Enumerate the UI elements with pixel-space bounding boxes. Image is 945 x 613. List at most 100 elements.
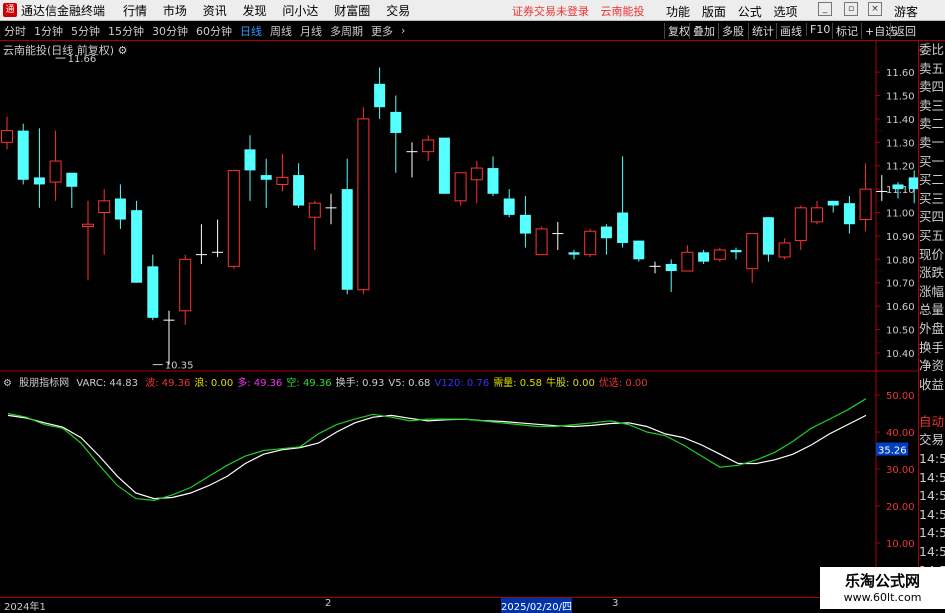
indicator-name: 股朋指标网 — [19, 378, 70, 389]
sidebar-item: 14:56 — [919, 451, 945, 467]
candle-body-up — [470, 167, 483, 181]
candle-body-down — [633, 240, 645, 260]
candle-body-down — [244, 149, 256, 171]
price-tick-label: 11.40 — [886, 115, 915, 126]
sidebar-item: 14:56 — [919, 525, 945, 541]
sidebar-item: 卖五 — [919, 60, 945, 76]
candle-body-down — [665, 263, 677, 272]
candle-body-up — [535, 228, 548, 256]
time-label-cursor: 2025/02/20/四 — [501, 598, 573, 613]
candle-body-up — [179, 258, 192, 312]
candle-body-down — [908, 177, 918, 190]
candle-body-down — [617, 212, 629, 243]
candle-body-up — [859, 188, 872, 221]
indicator-item: 需量: 0.58 — [493, 378, 543, 389]
sidebar-item: 卖一 — [919, 134, 945, 150]
price-tick-label: 10.50 — [886, 326, 915, 337]
price-tick-label: 11.00 — [886, 209, 915, 220]
indicator-line-green — [7, 398, 867, 502]
settings-icon[interactable]: ⚙ — [118, 44, 128, 57]
candle-body-down — [438, 137, 450, 194]
price-tick-label: 10.70 — [886, 279, 915, 290]
watermark-url: www.60lt.com — [843, 591, 922, 604]
candle-body-down — [827, 200, 839, 206]
quote-sidebar: 委比 卖五 卖四 卖三 卖二 卖一 买一 买二 买三 买四 买五 现价 涨跌 涨幅 总量 外盘 换手 净资 收益 自动… — [918, 41, 945, 567]
candle-body-up — [746, 233, 759, 270]
indicator-tick-label: 40.00 — [886, 428, 915, 439]
candle-body-down — [730, 249, 742, 253]
sidebar-item: 净资 — [919, 358, 945, 374]
indicator-current-label: 35.26 — [878, 446, 907, 457]
indicator-item: 优选: 0.00 — [598, 378, 648, 389]
chart-title-text: 云南能投(日线 前复权) — [3, 44, 115, 57]
sidebar-item: 外盘 — [919, 320, 945, 336]
candle-body-up — [454, 172, 467, 202]
sidebar-item: 卖二 — [919, 116, 945, 132]
sidebar-item: 涨跌 — [919, 265, 945, 281]
candle-body-up — [1, 130, 13, 143]
candle-body-down — [66, 172, 78, 187]
chart-canvas[interactable]: 11.6011.5011.4011.3011.2011.1011.0010.90… — [0, 0, 918, 567]
candle-body-down — [17, 130, 29, 180]
indicator-item: V5: 0.68 — [388, 378, 431, 389]
sidebar-item: 买四 — [919, 209, 945, 225]
candle-body-down — [568, 252, 580, 255]
time-label-mar: 3 — [612, 598, 619, 609]
sidebar-item: 换手 — [919, 339, 945, 355]
sidebar-item — [919, 394, 945, 413]
indicator-item: 空: 49.36 — [286, 378, 332, 389]
candle-body-down — [600, 226, 612, 239]
indicator-line-white — [7, 414, 867, 500]
candle-body-up — [276, 176, 289, 185]
candle-body-down — [892, 184, 904, 190]
price-tick-label: 11.60 — [886, 68, 915, 79]
time-axis: 2024年1 2 2025/02/20/四 3 — [0, 597, 918, 613]
candle-body-down — [341, 189, 353, 290]
candle-body-up — [811, 207, 823, 223]
indicator-tick-label: 50.00 — [886, 391, 915, 402]
candle-body-up — [49, 160, 62, 183]
sidebar-item: 14:56 — [919, 488, 945, 504]
candle-body-up — [713, 249, 726, 260]
indicator-item: 波: 49.36 — [145, 378, 191, 389]
candle-body-up — [778, 242, 791, 258]
indicator-settings-icon[interactable]: ⚙ — [3, 378, 12, 389]
sidebar-item: 卖三 — [919, 97, 945, 113]
sidebar-item: 14:56 — [919, 469, 945, 485]
price-tick-label: 10.60 — [886, 302, 915, 313]
indicator-varc: VARC: 44.83 — [76, 378, 138, 389]
time-label-feb: 2 — [325, 598, 332, 609]
price-tick-label: 11.20 — [886, 162, 915, 173]
sidebar-item: 14:56 — [919, 506, 945, 522]
sidebar-item: 买三 — [919, 190, 945, 206]
indicator-item: 浪: 0.00 — [194, 378, 234, 389]
price-tick-label: 10.40 — [886, 349, 915, 360]
indicator-item: 多: 49.36 — [237, 378, 283, 389]
price-tick-label: 11.30 — [886, 138, 915, 149]
candle-body-down — [114, 198, 126, 220]
candle-body-down — [293, 175, 305, 206]
candle-body-down — [698, 252, 710, 262]
candle-body-up — [422, 139, 435, 153]
price-tick-label: 10.80 — [886, 255, 915, 266]
indicator-item: 牛股: 0.00 — [546, 378, 595, 389]
candle-body-up — [308, 202, 321, 218]
indicator-legend: ⚙ 股朋指标网 VARC: 44.83 波: 49.36 浪: 0.00 多: 49… — [3, 374, 652, 389]
watermark: 乐淘公式网 www.60lt.com — [820, 567, 945, 609]
indicator-tick-label: 20.00 — [886, 502, 915, 513]
sidebar-item: 买二 — [919, 172, 945, 188]
candle-body-up — [98, 200, 111, 214]
sidebar-item: 卖四 — [919, 79, 945, 95]
indicator-tick-label: 10.00 — [886, 539, 915, 550]
indicator-item: 换手: 0.93 — [335, 378, 385, 389]
sidebar-item: 交易 — [919, 432, 945, 448]
watermark-title: 乐淘公式网 — [844, 572, 920, 590]
candle-body-down — [519, 214, 531, 234]
candle-body-down — [843, 203, 855, 225]
sidebar-item: 收益 — [919, 376, 945, 392]
time-label-start: 2024年1 — [4, 602, 46, 613]
price-tick-label: 10.90 — [886, 232, 915, 243]
sidebar-item: 自动 — [919, 413, 945, 429]
sidebar-item: 总量 — [919, 302, 945, 318]
low-price-label: 10.35 — [165, 361, 194, 372]
